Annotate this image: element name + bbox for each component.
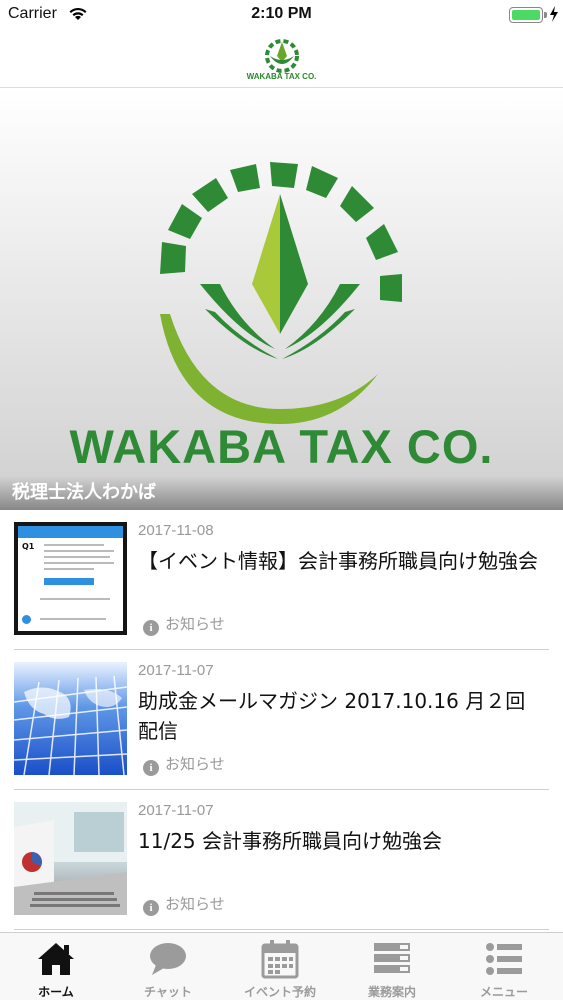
tab-label: イベント予約	[243, 985, 316, 999]
tab-home[interactable]: ホーム	[0, 933, 112, 1000]
charging-bolt-icon	[550, 6, 558, 22]
divider	[14, 929, 549, 930]
info-icon: i	[143, 760, 159, 776]
hero-caption-overlay: 税理士法人わかば	[0, 476, 563, 510]
news-category: i お知らせ	[143, 613, 225, 636]
news-date: 2017-11-07	[138, 662, 214, 679]
tab-event-reservation[interactable]: イベント予約	[224, 933, 336, 1000]
tab-label: メニュー	[479, 985, 528, 999]
news-title: 助成金メールマガジン 2017.10.16 月２回配信	[138, 689, 526, 743]
reservation-form-thumbnail: Q1	[14, 522, 127, 635]
list-item[interactable]: 2017-11-07 11/25 会計事務所職員向け勉強会 i お知らせ	[0, 790, 563, 930]
stacked-bars-icon	[374, 943, 410, 973]
tab-label: ホーム	[38, 985, 74, 999]
tab-bar: ホーム チャット イベント予約 業務案内 メニュー	[0, 932, 563, 1000]
news-category: i お知らせ	[143, 893, 225, 916]
battery-icon	[509, 7, 543, 23]
news-date: 2017-11-08	[138, 522, 214, 539]
calendar-icon	[261, 940, 299, 979]
list-item[interactable]: Q1 2017-11-08 【イベント情報】会計事務所職員向け勉強会 i お知らせ	[0, 510, 563, 650]
clock: 2:10 PM	[251, 5, 312, 22]
home-icon	[38, 943, 74, 975]
info-icon: i	[143, 620, 159, 636]
tab-chat[interactable]: チャット	[112, 933, 224, 1000]
news-category: i お知らせ	[143, 753, 225, 776]
battery-tip	[544, 12, 547, 18]
list-item[interactable]: 2017-11-07 助成金メールマガジン 2017.10.16 月２回配信 i…	[0, 650, 563, 790]
chat-bubble-icon	[150, 943, 186, 975]
news-category-label: お知らせ	[165, 615, 225, 633]
news-title: 11/25 会計事務所職員向け勉強会	[138, 829, 442, 853]
list-icon	[486, 943, 522, 975]
tab-business-guide[interactable]: 業務案内	[336, 933, 448, 1000]
world-map-thumbnail	[14, 662, 127, 775]
tab-label: 業務案内	[367, 985, 416, 999]
news-category-label: お知らせ	[165, 755, 225, 773]
news-list[interactable]: Q1 2017-11-08 【イベント情報】会計事務所職員向け勉強会 i お知らせ	[0, 510, 563, 932]
tab-menu[interactable]: メニュー	[448, 933, 560, 1000]
wakaba-large-logo-icon	[160, 162, 402, 424]
hero-caption: 税理士法人わかば	[12, 482, 156, 503]
header-logo-text: WAKABA TAX CO.	[246, 72, 317, 81]
hero-brand-text: WAKABA TAX CO.	[69, 420, 494, 473]
info-icon: i	[143, 900, 159, 916]
status-bar: Carrier 2:10 PM	[0, 0, 563, 30]
tab-label: チャット	[144, 985, 192, 999]
laptop-thumbnail	[14, 802, 127, 915]
news-title: 【イベント情報】会計事務所職員向け勉強会	[138, 549, 538, 573]
news-date: 2017-11-07	[138, 802, 214, 819]
hero-banner[interactable]: WAKABA TAX CO. 税理士法人わかば	[0, 89, 563, 510]
news-category-label: お知らせ	[165, 895, 225, 913]
app-header: WAKABA TAX CO.	[0, 30, 563, 88]
